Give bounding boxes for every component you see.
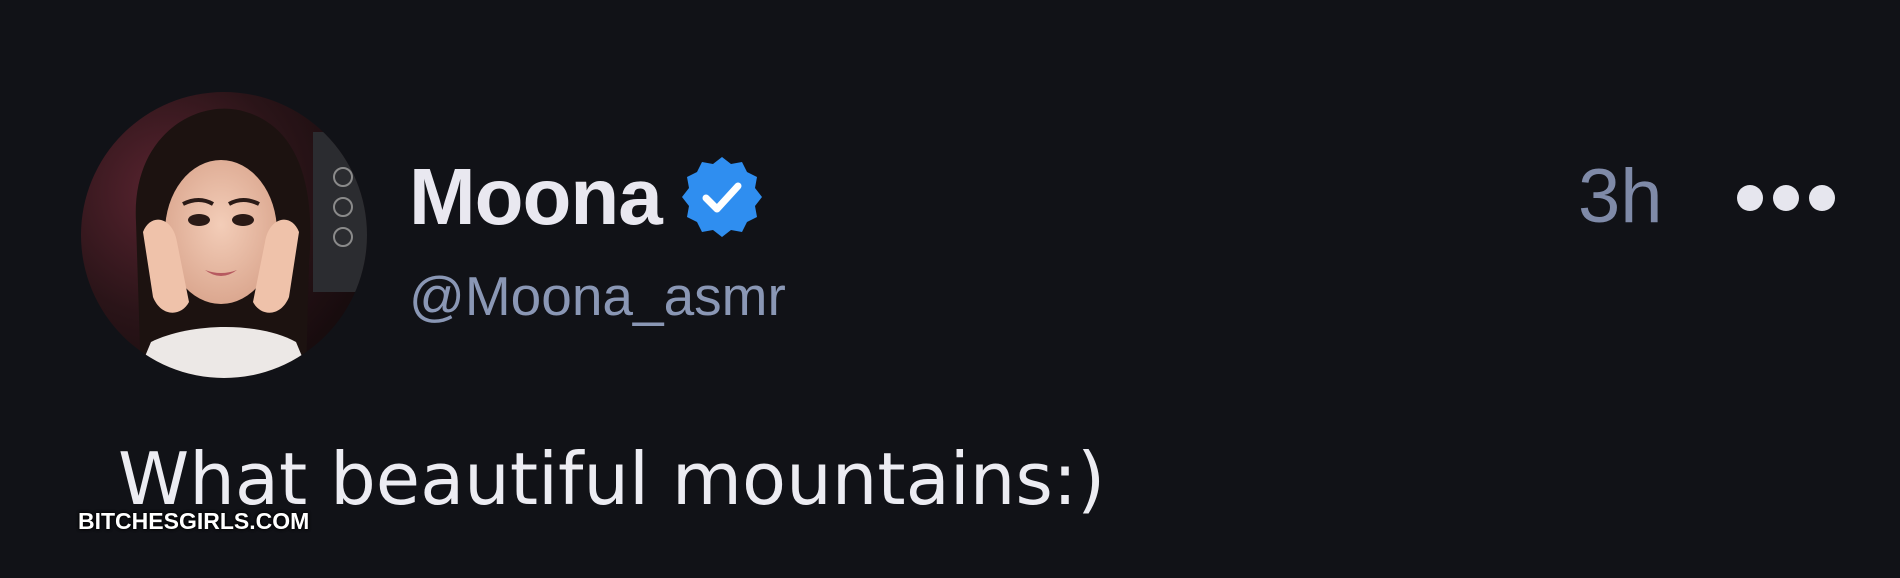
avatar-photo [81, 92, 367, 378]
watermark: BITCHESGIRLS.COM [78, 508, 310, 534]
more-horizontal-icon[interactable] [1736, 178, 1836, 218]
tweet-card: Moona @Moona_asmr 3h What beautiful moun… [0, 0, 1900, 578]
timestamp[interactable]: 3h [1578, 150, 1663, 244]
avatar[interactable] [81, 92, 367, 378]
display-name[interactable]: Moona [409, 150, 663, 244]
handle[interactable]: @Moona_asmr [409, 264, 786, 328]
verified-badge-icon [682, 157, 762, 237]
